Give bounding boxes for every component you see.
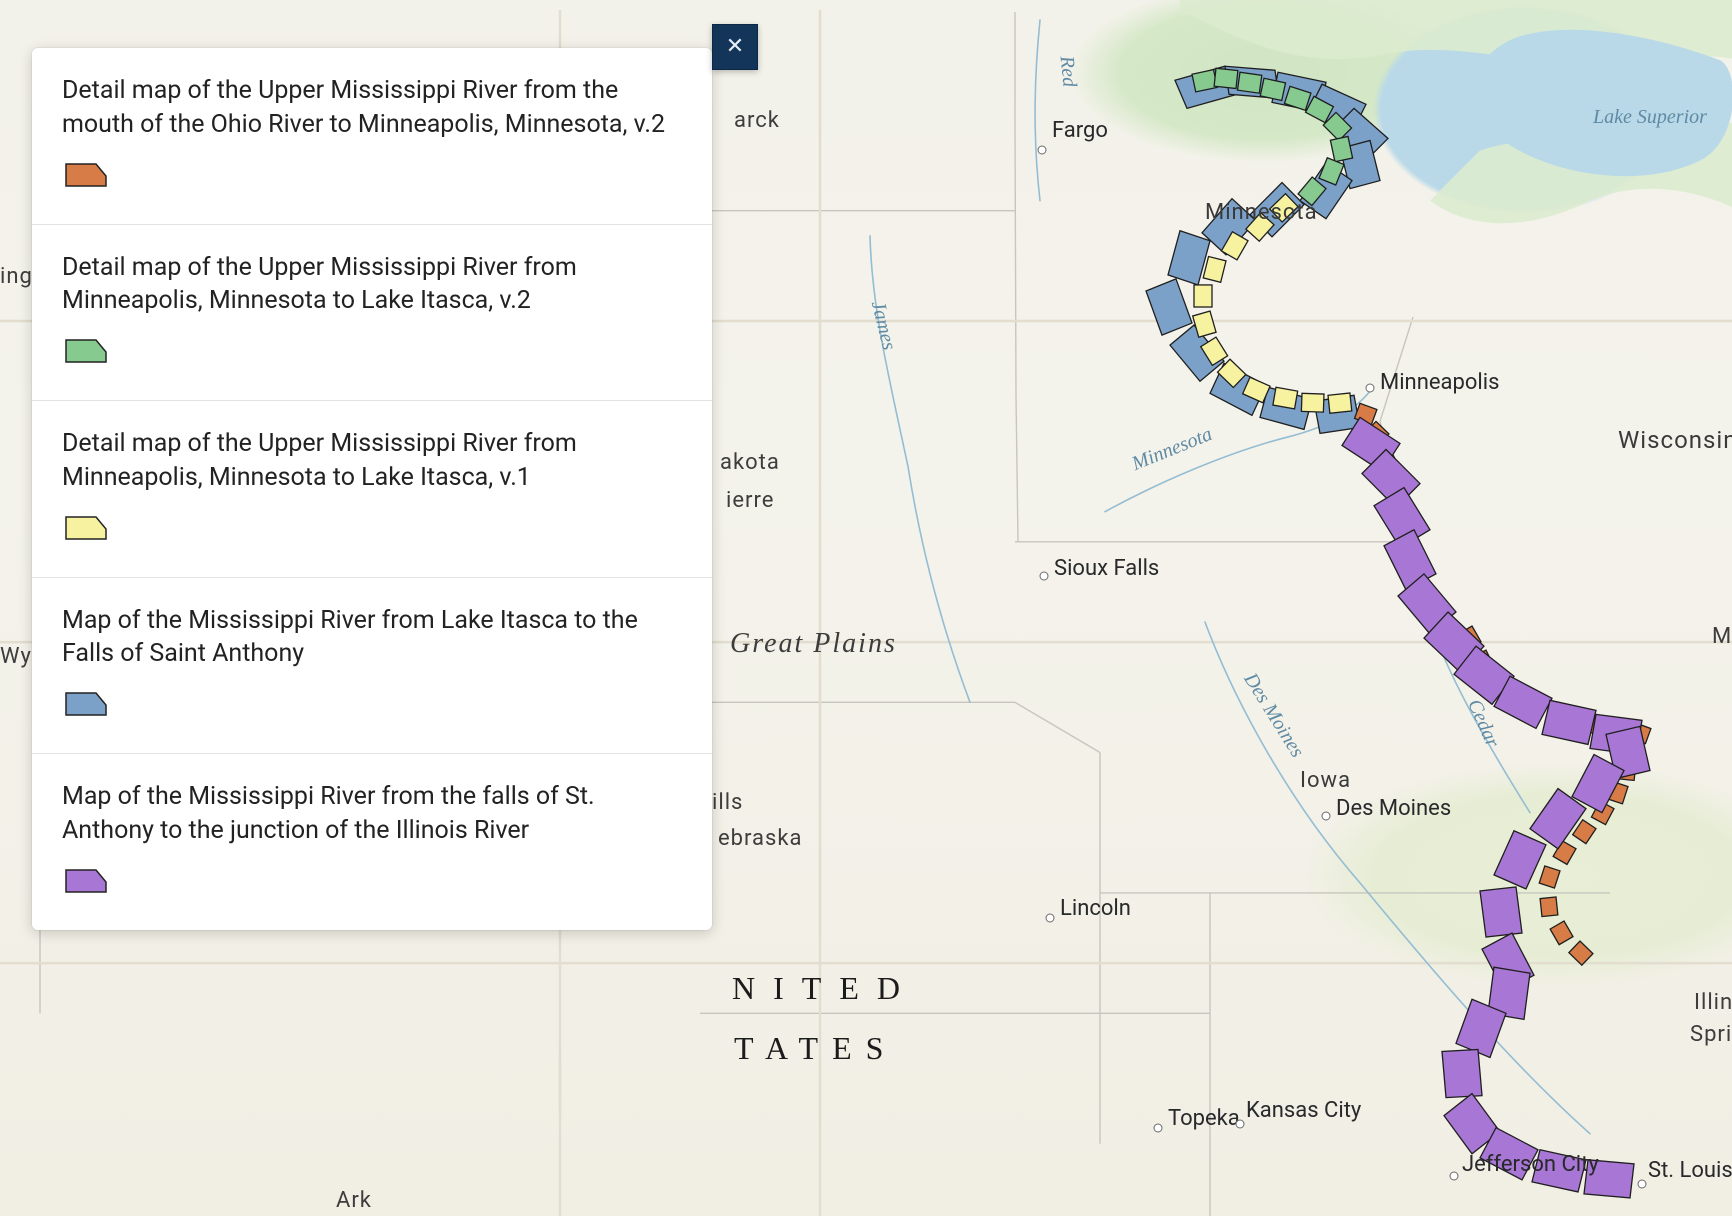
legend-title: Map of the Mississippi River from Lake I… (62, 604, 682, 672)
legend-item-2[interactable]: Detail map of the Upper Mississippi Rive… (32, 400, 712, 577)
legend-swatch-green (62, 332, 110, 364)
legend-item-0[interactable]: Detail map of the Upper Mississippi Rive… (32, 48, 712, 224)
legend-panel: Detail map of the Upper Mississippi Rive… (32, 48, 712, 930)
legend-title: Detail map of the Upper Mississippi Rive… (62, 251, 682, 319)
legend-swatch-orange (62, 156, 110, 188)
close-button[interactable]: ✕ (712, 24, 758, 70)
legend-swatch-yellow (62, 509, 110, 541)
legend-swatch-purple (62, 862, 110, 894)
legend-title: Detail map of the Upper Mississippi Rive… (62, 74, 682, 142)
legend-swatch-blue (62, 685, 110, 717)
legend-title: Detail map of the Upper Mississippi Rive… (62, 427, 682, 495)
legend-item-1[interactable]: Detail map of the Upper Mississippi Rive… (32, 224, 712, 401)
close-icon: ✕ (726, 36, 744, 58)
legend-item-3[interactable]: Map of the Mississippi River from Lake I… (32, 577, 712, 754)
legend-title: Map of the Mississippi River from the fa… (62, 780, 682, 848)
legend-item-4[interactable]: Map of the Mississippi River from the fa… (32, 753, 712, 930)
